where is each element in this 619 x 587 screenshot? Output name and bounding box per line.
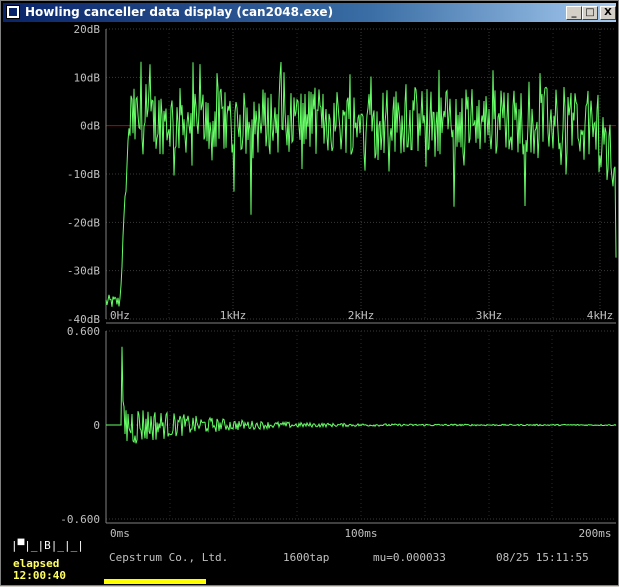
spectrum-x-tick-label: 4kHz [587, 309, 614, 322]
spectrum-x-tick-label: 0Hz [110, 309, 130, 322]
impulse-y-tick-label: 0.600 [67, 325, 100, 338]
spectrum-x-tick-label: 3kHz [476, 309, 503, 322]
plot-canvas: 20dB10dB0dB-10dB-20dB-30dB-40dB 0Hz 1kHz 2… [60, 23, 617, 540]
tap-count: 1600tap [283, 551, 330, 564]
impulse-y-tick-label: 0 [93, 419, 100, 432]
impulse-x-tick-label: 100ms [344, 527, 377, 540]
mu-value: mu=0.000033 [373, 551, 446, 564]
spectrum-y-tick-label: -20dB [67, 216, 100, 229]
spectrum-y-tick-label: 20dB [74, 23, 101, 36]
spectrum-y-tick-label: -10dB [67, 168, 100, 181]
spectrum-y-tick-label: -30dB [67, 265, 100, 278]
impulse-y-ticks: 0.600 0 -0.600 [60, 325, 100, 526]
impulse-x-ticks: 0ms 100ms 200ms [110, 527, 612, 540]
spectrum-x-tick-label: 1kHz [220, 309, 247, 322]
spectrum-x-tick-label: 2kHz [348, 309, 375, 322]
app-window: Howling canceller data display (can2048.… [0, 0, 619, 586]
spectrum-x-ticks: 0Hz 1kHz 2kHz 3kHz 4kHz [110, 309, 613, 322]
company-name: Cepstrum Co., Ltd. [109, 551, 229, 564]
impulse-y-tick-label: -0.600 [60, 513, 100, 526]
impulse-x-tick-label: 200ms [578, 527, 611, 540]
spectrum-y-ticks: 20dB10dB0dB-10dB-20dB-30dB-40dB [67, 23, 100, 326]
spectrum-y-tick-label: 10dB [74, 71, 101, 84]
elapsed-time: 12:00:40 [13, 569, 66, 582]
impulse-x-tick-label: 0ms [110, 527, 130, 540]
progress-bar [104, 579, 206, 584]
spectrum-y-tick-label: 0dB [80, 120, 100, 133]
datetime: 08/25 15:11:55 [496, 551, 589, 564]
mode-indicator[interactable]: |▀|_|B|_|_| [11, 539, 84, 552]
